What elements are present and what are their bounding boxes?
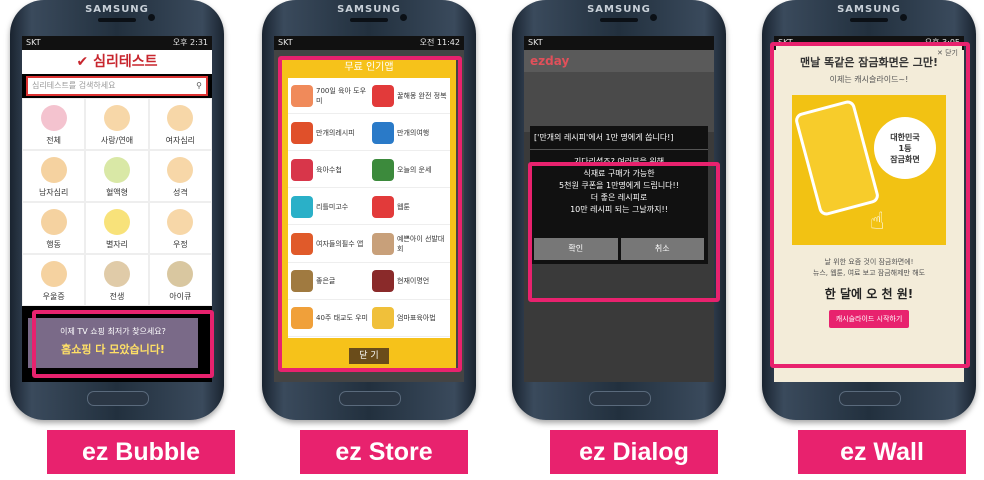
blood-type-icon <box>103 157 130 183</box>
app-title-text: 심리테스트 <box>93 54 158 70</box>
friends-icon <box>167 209 194 235</box>
category-label: 전체 <box>46 136 62 145</box>
background-content <box>524 72 714 132</box>
home-button[interactable] <box>87 391 149 406</box>
home-button[interactable] <box>589 391 651 406</box>
app-title: ✔ 심리테스트 <box>22 50 212 74</box>
person-icon <box>103 261 130 287</box>
category-label: 사랑/연애 <box>100 136 134 145</box>
girl-icon <box>167 105 194 131</box>
dialog-title: ['만개의 레시피'에서 1만 명에게 쏩니다!] <box>530 126 708 150</box>
brand-label: SAMSUNG <box>837 4 901 15</box>
highlight-bubble <box>32 310 214 378</box>
carrier-label: SKT <box>528 38 543 47</box>
category-label: 우정 <box>172 240 188 249</box>
category-past-life[interactable]: 전생 <box>85 254 149 306</box>
category-label: 행동 <box>46 240 62 249</box>
site-header: ezday <box>524 50 714 72</box>
category-label: 아이큐 <box>169 292 192 301</box>
kid-icon <box>40 209 67 235</box>
highlight-store <box>278 56 462 372</box>
status-bar: SKT <box>524 36 714 50</box>
category-label: 남자심리 <box>38 188 69 197</box>
category-blood[interactable]: 혈액형 <box>85 150 149 202</box>
site-logo: ezday <box>530 54 570 68</box>
all-icon <box>40 105 67 131</box>
carrier-label: SKT <box>278 38 293 47</box>
carrier-label: SKT <box>26 38 41 47</box>
category-label: 별자리 <box>105 240 129 249</box>
category-label: 성격 <box>172 188 188 197</box>
category-female[interactable]: 여자심리 <box>148 98 212 150</box>
home-button[interactable] <box>339 391 401 406</box>
search-icon[interactable]: ⚲ <box>196 78 206 94</box>
caption-ez-wall: ez Wall <box>798 430 966 474</box>
boy-icon <box>40 157 67 183</box>
category-love[interactable]: 사랑/연애 <box>85 98 149 150</box>
search-input[interactable]: 심리테스트를 검색하세요 ⚲ <box>26 76 208 96</box>
clock-label: 오후 2:31 <box>172 38 208 47</box>
category-personality[interactable]: 성격 <box>148 150 212 202</box>
category-grid: 전체 사랑/연애 여자심리 남자심리 혈액형 성격 행동 별자리 우정 우울증 … <box>22 98 212 306</box>
speaker <box>850 18 888 22</box>
brand-label: SAMSUNG <box>587 4 651 15</box>
caption-ez-dialog: ez Dialog <box>550 430 718 474</box>
category-behavior[interactable]: 행동 <box>22 202 86 254</box>
speaker <box>600 18 638 22</box>
category-label: 혈액형 <box>105 188 129 197</box>
caption-ez-bubble: ez Bubble <box>47 430 235 474</box>
category-iq[interactable]: 아이큐 <box>148 254 212 306</box>
highlight-dialog <box>528 162 720 302</box>
status-bar: SKT 오후 2:31 <box>22 36 212 50</box>
category-male[interactable]: 남자심리 <box>22 150 86 202</box>
girl-icon <box>103 105 130 131</box>
sad-icon <box>40 261 67 287</box>
status-bar: SKT 오전 11:42 <box>274 36 464 50</box>
camera <box>900 14 907 21</box>
clock-label: 오전 11:42 <box>419 38 460 47</box>
category-depression[interactable]: 우울증 <box>22 254 86 306</box>
category-label: 여자심리 <box>165 136 196 145</box>
category-label: 전생 <box>109 292 125 301</box>
caption-ez-store: ez Store <box>300 430 468 474</box>
camera <box>148 14 155 21</box>
book-icon <box>167 261 194 287</box>
category-label: 우울증 <box>42 292 65 301</box>
speaker <box>350 18 388 22</box>
brand-label: SAMSUNG <box>85 4 149 15</box>
category-zodiac[interactable]: 별자리 <box>85 202 149 254</box>
home-button[interactable] <box>839 391 901 406</box>
speaker <box>98 18 136 22</box>
search-placeholder: 심리테스트를 검색하세요 <box>32 81 116 90</box>
brand-label: SAMSUNG <box>337 4 401 15</box>
camera <box>400 14 407 21</box>
category-friendship[interactable]: 우정 <box>148 202 212 254</box>
camera <box>650 14 657 21</box>
highlight-wall <box>770 42 970 368</box>
face-icon <box>167 157 194 183</box>
star-icon <box>103 209 130 235</box>
category-all[interactable]: 전체 <box>22 98 86 150</box>
